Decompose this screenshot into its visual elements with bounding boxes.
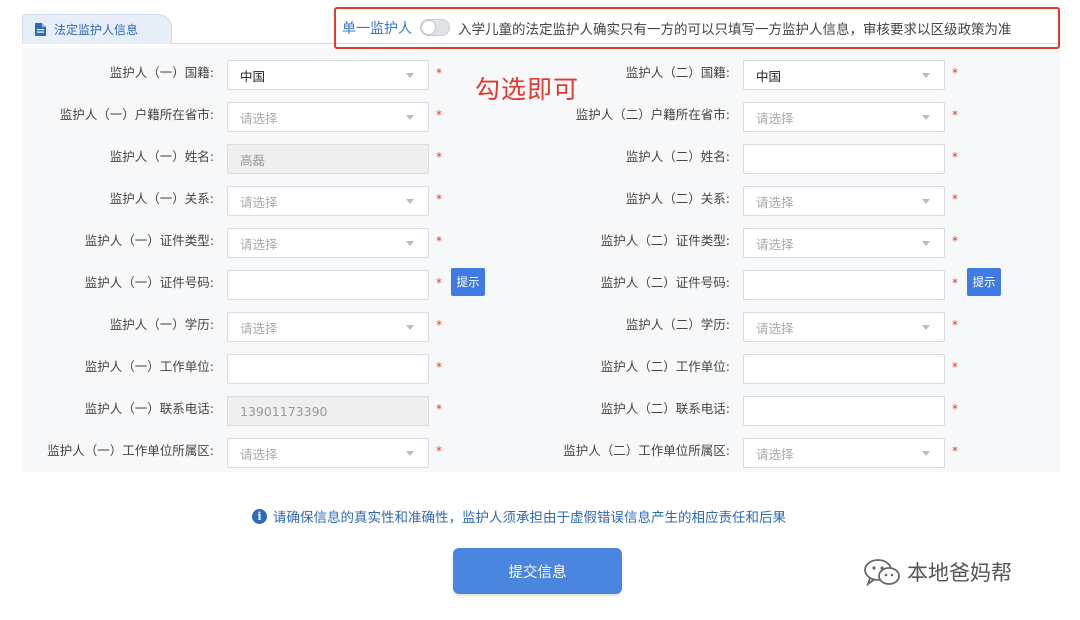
disclaimer-notice: i 请确保信息的真实性和准确性，监护人须承担由于虚假错误信息产生的相应责任和后果 xyxy=(252,506,786,526)
single-guardian-label: 单一监护人 xyxy=(342,21,412,37)
tab-label: 法定监护人信息 xyxy=(54,23,139,37)
g2-employer-district-label: 监护人（二）工作单位所属区: xyxy=(563,443,730,458)
g1-name-input[interactable]: 高磊 xyxy=(227,144,429,174)
required-mark: * xyxy=(952,192,958,206)
g2-relation-label: 监护人（二）关系: xyxy=(625,191,730,206)
annotation-text: 勾选即可 xyxy=(475,75,580,104)
g1-nationality-select[interactable]: 中国 xyxy=(227,60,429,90)
g2-education-label: 监护人（二）学历: xyxy=(625,317,730,332)
single-guardian-toggle[interactable] xyxy=(420,19,450,36)
required-mark: * xyxy=(436,108,442,122)
document-icon xyxy=(35,23,46,36)
g1-province-label: 监护人（一）户籍所在省市: xyxy=(59,107,214,122)
g2-relation-select[interactable]: 请选择 xyxy=(743,186,945,216)
g2-id-hint-button[interactable]: 提示 xyxy=(967,268,1001,296)
watermark: 本地爸妈帮 xyxy=(863,557,1012,587)
chevron-down-icon xyxy=(406,241,414,246)
g2-name-input[interactable] xyxy=(743,144,945,174)
g1-education-select[interactable]: 请选择 xyxy=(227,312,429,342)
required-mark: * xyxy=(952,276,958,290)
chevron-down-icon xyxy=(922,241,930,246)
required-mark: * xyxy=(952,234,958,248)
chevron-down-icon xyxy=(406,115,414,120)
g1-employer-input[interactable] xyxy=(227,354,429,384)
g1-relation-label: 监护人（一）关系: xyxy=(109,191,214,206)
single-guardian-note: 入学儿童的法定监护人确实只有一方的可以只填写一方监护人信息，审核要求以区级政策为… xyxy=(458,22,1012,38)
g2-id-number-input[interactable] xyxy=(743,270,945,300)
g2-id-type-select[interactable]: 请选择 xyxy=(743,228,945,258)
g2-education-select[interactable]: 请选择 xyxy=(743,312,945,342)
required-mark: * xyxy=(436,276,442,290)
chevron-down-icon xyxy=(406,199,414,204)
g1-employer-district-select[interactable]: 请选择 xyxy=(227,438,429,468)
g2-name-label: 监护人（二）姓名: xyxy=(625,149,730,164)
g2-id-type-label: 监护人（二）证件类型: xyxy=(600,233,730,248)
g1-employer-district-label: 监护人（一）工作单位所属区: xyxy=(47,443,214,458)
chevron-down-icon xyxy=(922,325,930,330)
chevron-down-icon xyxy=(406,451,414,456)
g2-nationality-select[interactable]: 中国 xyxy=(743,60,945,90)
chevron-down-icon xyxy=(922,451,930,456)
required-mark: * xyxy=(436,150,442,164)
tab-guardian-info[interactable]: 法定监护人信息 xyxy=(22,14,172,44)
submit-button[interactable]: 提交信息 xyxy=(453,548,622,594)
g2-employer-label: 监护人（二）工作单位: xyxy=(600,359,730,374)
required-mark: * xyxy=(436,66,442,80)
g1-phone-label: 监护人（一）联系电话: xyxy=(84,401,214,416)
g1-education-label: 监护人（一）学历: xyxy=(109,317,214,332)
g2-nationality-label: 监护人（二）国籍: xyxy=(625,65,730,80)
required-mark: * xyxy=(952,318,958,332)
g1-id-type-label: 监护人（一）证件类型: xyxy=(84,233,214,248)
chevron-down-icon xyxy=(406,325,414,330)
disclaimer-text: 请确保信息的真实性和准确性，监护人须承担由于虚假错误信息产生的相应责任和后果 xyxy=(273,510,786,526)
required-mark: * xyxy=(436,234,442,248)
required-mark: * xyxy=(436,402,442,416)
g1-relation-select[interactable]: 请选择 xyxy=(227,186,429,216)
chevron-down-icon xyxy=(406,73,414,78)
required-mark: * xyxy=(952,108,958,122)
g1-phone-input[interactable]: 13901173390 xyxy=(227,396,429,426)
chevron-down-icon xyxy=(922,199,930,204)
g2-province-label: 监护人（二）户籍所在省市: xyxy=(575,107,730,122)
g2-employer-input[interactable] xyxy=(743,354,945,384)
g2-province-select[interactable]: 请选择 xyxy=(743,102,945,132)
info-icon: i xyxy=(252,508,267,524)
required-mark: * xyxy=(952,360,958,374)
toggle-knob xyxy=(422,21,435,34)
wechat-icon xyxy=(864,559,900,587)
required-mark: * xyxy=(952,444,958,458)
g1-employer-label: 监护人（一）工作单位: xyxy=(84,359,214,374)
required-mark: * xyxy=(436,192,442,206)
watermark-text: 本地爸妈帮 xyxy=(907,561,1012,585)
chevron-down-icon xyxy=(922,73,930,78)
required-mark: * xyxy=(436,318,442,332)
chevron-down-icon xyxy=(922,115,930,120)
required-mark: * xyxy=(952,66,958,80)
required-mark: * xyxy=(952,150,958,164)
g2-phone-label: 监护人（二）联系电话: xyxy=(600,401,730,416)
required-mark: * xyxy=(952,402,958,416)
g2-id-number-label: 监护人（二）证件号码: xyxy=(600,275,730,290)
g1-name-label: 监护人（一）姓名: xyxy=(109,149,214,164)
g1-id-type-select[interactable]: 请选择 xyxy=(227,228,429,258)
g1-id-hint-button[interactable]: 提示 xyxy=(451,268,485,296)
required-mark: * xyxy=(436,444,442,458)
g1-id-number-input[interactable] xyxy=(227,270,429,300)
g2-employer-district-select[interactable]: 请选择 xyxy=(743,438,945,468)
g1-id-number-label: 监护人（一）证件号码: xyxy=(84,275,214,290)
g1-province-select[interactable]: 请选择 xyxy=(227,102,429,132)
required-mark: * xyxy=(436,360,442,374)
g1-nationality-label: 监护人（一）国籍: xyxy=(109,65,214,80)
g2-phone-input[interactable] xyxy=(743,396,945,426)
